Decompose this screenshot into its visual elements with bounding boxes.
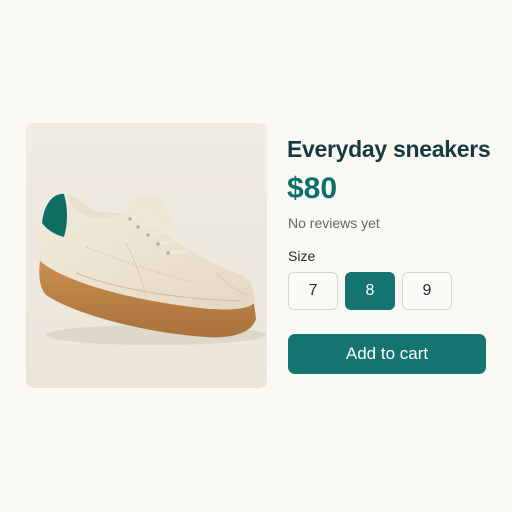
- add-to-cart-button[interactable]: Add to cart: [288, 334, 486, 374]
- product-image: [26, 123, 267, 388]
- size-label: Size: [288, 248, 316, 264]
- product-title: Everyday sneakers: [287, 136, 491, 162]
- size-option-9[interactable]: 9: [402, 272, 452, 310]
- product-page: Everyday sneakers $80 No reviews yet Siz…: [0, 0, 512, 512]
- size-option-7[interactable]: 7: [288, 272, 338, 310]
- reviews-status[interactable]: No reviews yet: [288, 215, 380, 231]
- size-option-8[interactable]: 8: [345, 272, 395, 310]
- product-price: $80: [287, 172, 338, 205]
- sneaker-image: [26, 123, 267, 388]
